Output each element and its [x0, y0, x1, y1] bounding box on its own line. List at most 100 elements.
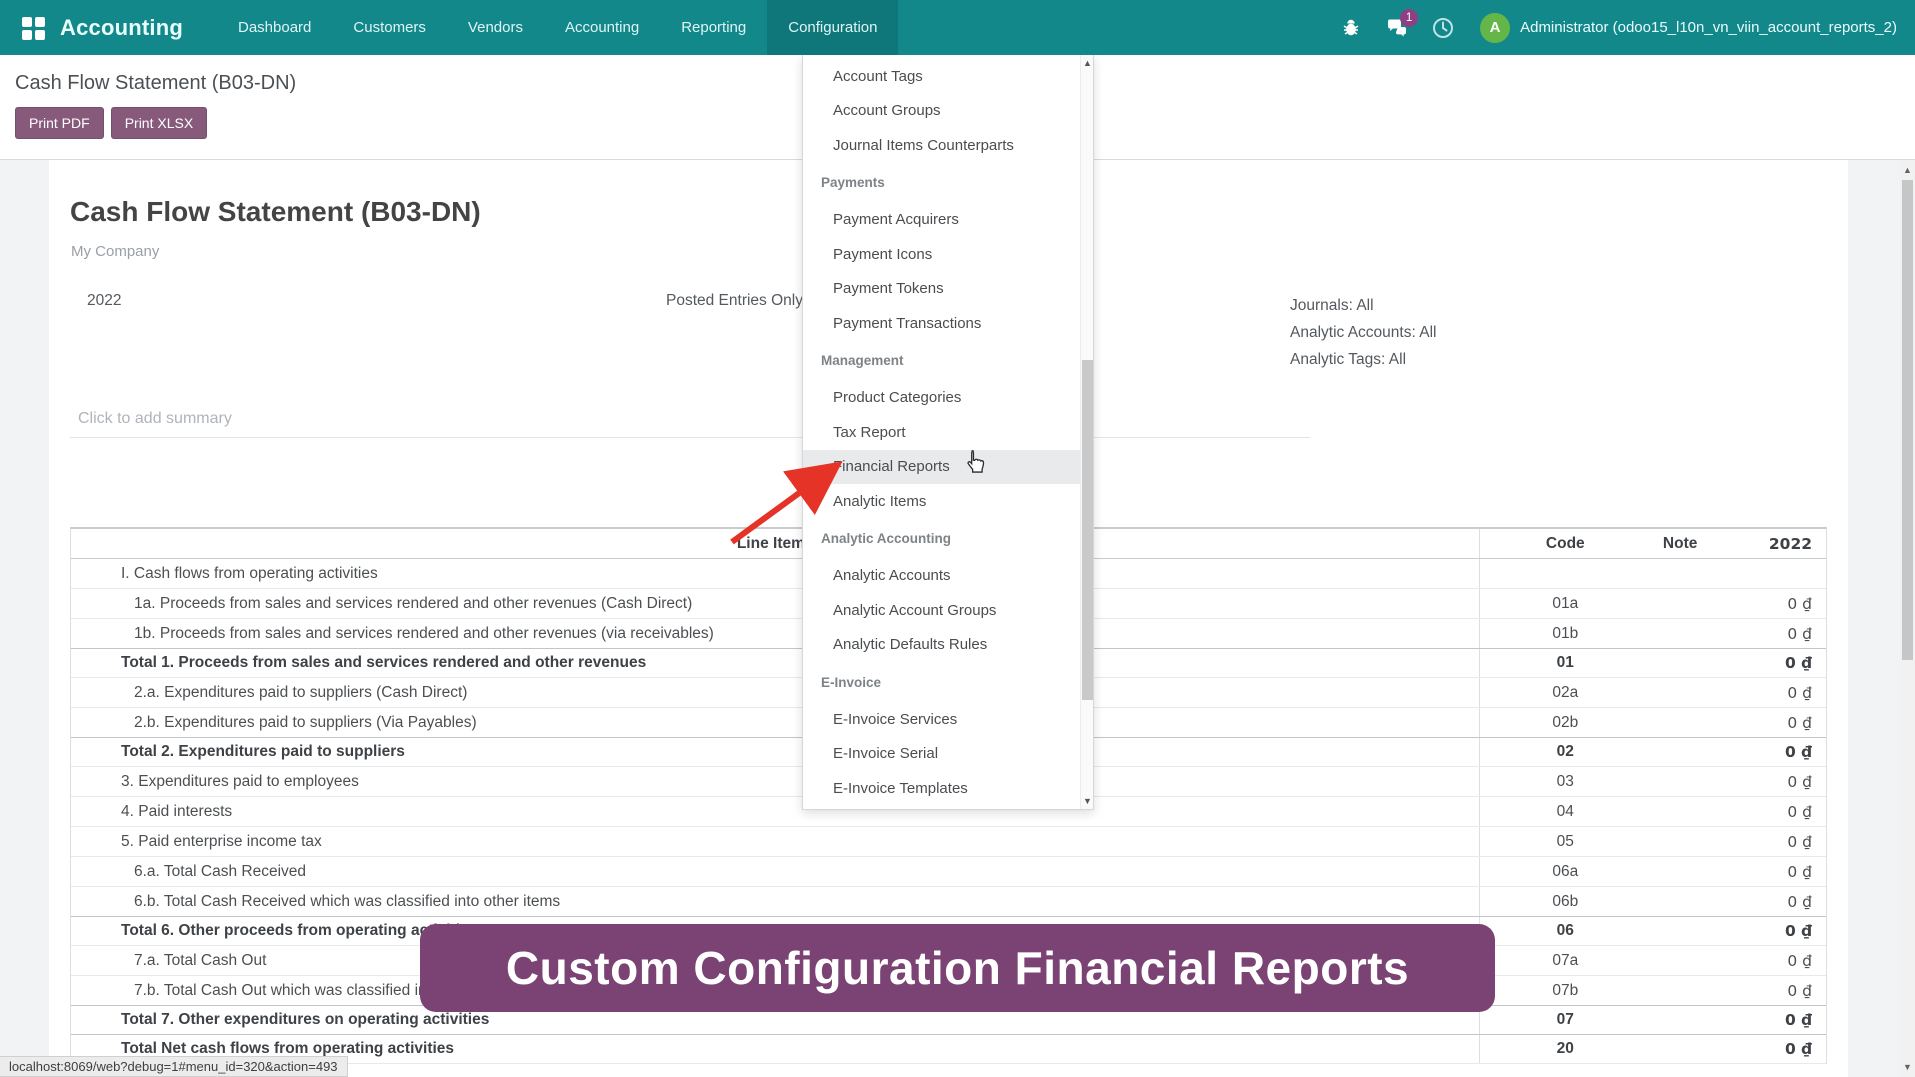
user-menu[interactable]: A Administrator (odoo15_l10n_vn_viin_acc…	[1480, 13, 1897, 43]
cell-value: 0 ₫	[1710, 714, 1826, 732]
cell-value: 0 ₫	[1710, 863, 1826, 881]
cell-code: 07	[1480, 1011, 1650, 1029]
menu-item-analytic-accounts[interactable]: Analytic Accounts	[803, 559, 1093, 594]
cell-value: 0 ₫	[1710, 893, 1826, 911]
cell-code: 04	[1480, 803, 1650, 821]
cell-value: 0 ₫	[1710, 982, 1826, 1000]
menu-item-e-invoice-services[interactable]: E-Invoice Services	[803, 702, 1093, 737]
cell-value: 0 ₫	[1710, 803, 1826, 821]
cell-label: 2.a. Expenditures paid to suppliers (Cas…	[71, 678, 1480, 707]
menu-item-product-categories[interactable]: Product Categories	[803, 381, 1093, 416]
apps-grid-icon[interactable]	[22, 17, 44, 39]
cell-label: 2.b. Expenditures paid to suppliers (Via…	[71, 708, 1480, 737]
cell-label: 4. Paid interests	[71, 797, 1480, 826]
cell-code: 07a	[1480, 952, 1650, 970]
menu-item-financial-reports[interactable]: Financial Reports	[803, 450, 1093, 485]
activities-clock-icon[interactable]	[1430, 15, 1456, 41]
cell-label: 5. Paid enterprise income tax	[71, 827, 1480, 856]
caption-banner-text: Custom Configuration Financial Reports	[506, 941, 1409, 995]
header-note: Note	[1650, 535, 1710, 553]
header-code: Code	[1480, 535, 1650, 553]
report-filter-summary: Journals: All Analytic Accounts: All Ana…	[1290, 292, 1436, 373]
app-title[interactable]: Accounting	[60, 15, 183, 41]
cell-code: 01a	[1480, 595, 1650, 613]
page-scrollbar-thumb[interactable]	[1902, 180, 1913, 660]
message-count-badge: 1	[1400, 9, 1418, 27]
report-journals: Journals: All	[1290, 292, 1436, 319]
cell-label: Total 1. Proceeds from sales and service…	[71, 649, 1480, 677]
cell-code: 07b	[1480, 982, 1650, 1000]
dropdown-scrollbar[interactable]: ▲ ▼	[1080, 55, 1093, 809]
menu-item-analytic-account-groups[interactable]: Analytic Account Groups	[803, 593, 1093, 628]
menu-item-tax-report[interactable]: Tax Report	[803, 415, 1093, 450]
cell-value: 0 ₫	[1710, 595, 1826, 613]
scroll-down-icon[interactable]: ▼	[1900, 1059, 1915, 1075]
menu-item-account-tags[interactable]: Account Tags	[803, 59, 1093, 94]
table-row[interactable]: 6.a. Total Cash Received06a0 ₫	[71, 857, 1826, 887]
report-analytic-accounts: Analytic Accounts: All	[1290, 319, 1436, 346]
cell-value: 0 ₫	[1710, 625, 1826, 643]
nav-menu: DashboardCustomersVendorsAccountingRepor…	[217, 0, 898, 55]
scroll-up-icon[interactable]: ▲	[1900, 162, 1915, 178]
summary-placeholder[interactable]: Click to add summary	[78, 410, 232, 428]
menu-section-payments: Payments	[803, 163, 1093, 203]
navbar-right: 1 A Administrator (odoo15_l10n_vn_viin_a…	[1328, 13, 1897, 43]
menu-section-e-invoice: E-Invoice	[803, 662, 1093, 702]
avatar: A	[1480, 13, 1510, 43]
nav-item-dashboard[interactable]: Dashboard	[217, 0, 332, 55]
menu-item-journal-items-counterparts[interactable]: Journal Items Counterparts	[803, 128, 1093, 163]
menu-item-payment-transactions[interactable]: Payment Transactions	[803, 306, 1093, 341]
menu-item-analytic-defaults-rules[interactable]: Analytic Defaults Rules	[803, 628, 1093, 663]
print-xlsx-button[interactable]: Print XLSX	[111, 107, 207, 139]
caption-banner: Custom Configuration Financial Reports	[420, 924, 1495, 1012]
report-period: 2022	[87, 292, 121, 310]
cell-code: 02a	[1480, 684, 1650, 702]
header-2022: 2022	[1710, 535, 1826, 553]
menu-item-payment-tokens[interactable]: Payment Tokens	[803, 272, 1093, 307]
nav-item-reporting[interactable]: Reporting	[660, 0, 767, 55]
menu-item-payment-icons[interactable]: Payment Icons	[803, 237, 1093, 272]
configuration-dropdown: Account TagsAccount GroupsJournal Items …	[802, 55, 1094, 810]
report-analytic-tags: Analytic Tags: All	[1290, 346, 1436, 373]
nav-item-configuration[interactable]: Configuration	[767, 0, 898, 55]
config-dropdown-list: Account TagsAccount GroupsJournal Items …	[803, 59, 1093, 810]
breadcrumb: Cash Flow Statement (B03-DN)	[15, 72, 296, 95]
cell-code: 06	[1480, 922, 1650, 940]
messages-icon[interactable]: 1	[1384, 15, 1410, 41]
cell-code: 06b	[1480, 893, 1650, 911]
menu-section-management: Management	[803, 341, 1093, 381]
table-row[interactable]: 5. Paid enterprise income tax050 ₫	[71, 827, 1826, 857]
cell-value: 0 ₫	[1710, 654, 1826, 672]
debug-bug-icon[interactable]	[1338, 15, 1364, 41]
page-scrollbar[interactable]: ▲ ▼	[1900, 160, 1915, 1077]
cell-label: Total 2. Expenditures paid to suppliers	[71, 738, 1480, 766]
cell-code: 05	[1480, 833, 1650, 851]
report-posted-entries: Posted Entries Only	[666, 292, 803, 310]
status-url-tooltip: localhost:8069/web?debug=1#menu_id=320&a…	[0, 1056, 348, 1077]
print-pdf-button[interactable]: Print PDF	[15, 107, 104, 139]
nav-item-customers[interactable]: Customers	[332, 0, 447, 55]
dropdown-scrollbar-thumb[interactable]	[1082, 360, 1093, 700]
table-row[interactable]: 6.b. Total Cash Received which was class…	[71, 887, 1826, 917]
cell-code: 01b	[1480, 625, 1650, 643]
cell-code: 01	[1480, 654, 1650, 672]
menu-item-e-invoice-templates[interactable]: E-Invoice Templates	[803, 771, 1093, 806]
cell-label: 1b. Proceeds from sales and services ren…	[71, 619, 1480, 648]
header-line-items: Line Items	[71, 529, 1480, 558]
menu-item-analytic-items[interactable]: Analytic Items	[803, 484, 1093, 519]
cell-code: 03	[1480, 773, 1650, 791]
menu-item-e-invoice-types[interactable]: E-Invoice Types	[803, 806, 1093, 811]
menu-item-account-groups[interactable]: Account Groups	[803, 94, 1093, 129]
scroll-up-icon[interactable]: ▲	[1081, 56, 1094, 70]
report-company: My Company	[71, 243, 159, 260]
menu-item-e-invoice-serial[interactable]: E-Invoice Serial	[803, 737, 1093, 772]
user-name: Administrator (odoo15_l10n_vn_viin_accou…	[1520, 19, 1897, 36]
cell-value: 0 ₫	[1710, 684, 1826, 702]
menu-item-payment-acquirers[interactable]: Payment Acquirers	[803, 203, 1093, 238]
cell-label: 1a. Proceeds from sales and services ren…	[71, 589, 1480, 618]
cell-value: 0 ₫	[1710, 952, 1826, 970]
nav-item-vendors[interactable]: Vendors	[447, 0, 544, 55]
scroll-down-icon[interactable]: ▼	[1081, 794, 1094, 808]
cell-value: 0 ₫	[1710, 1011, 1826, 1029]
nav-item-accounting[interactable]: Accounting	[544, 0, 660, 55]
